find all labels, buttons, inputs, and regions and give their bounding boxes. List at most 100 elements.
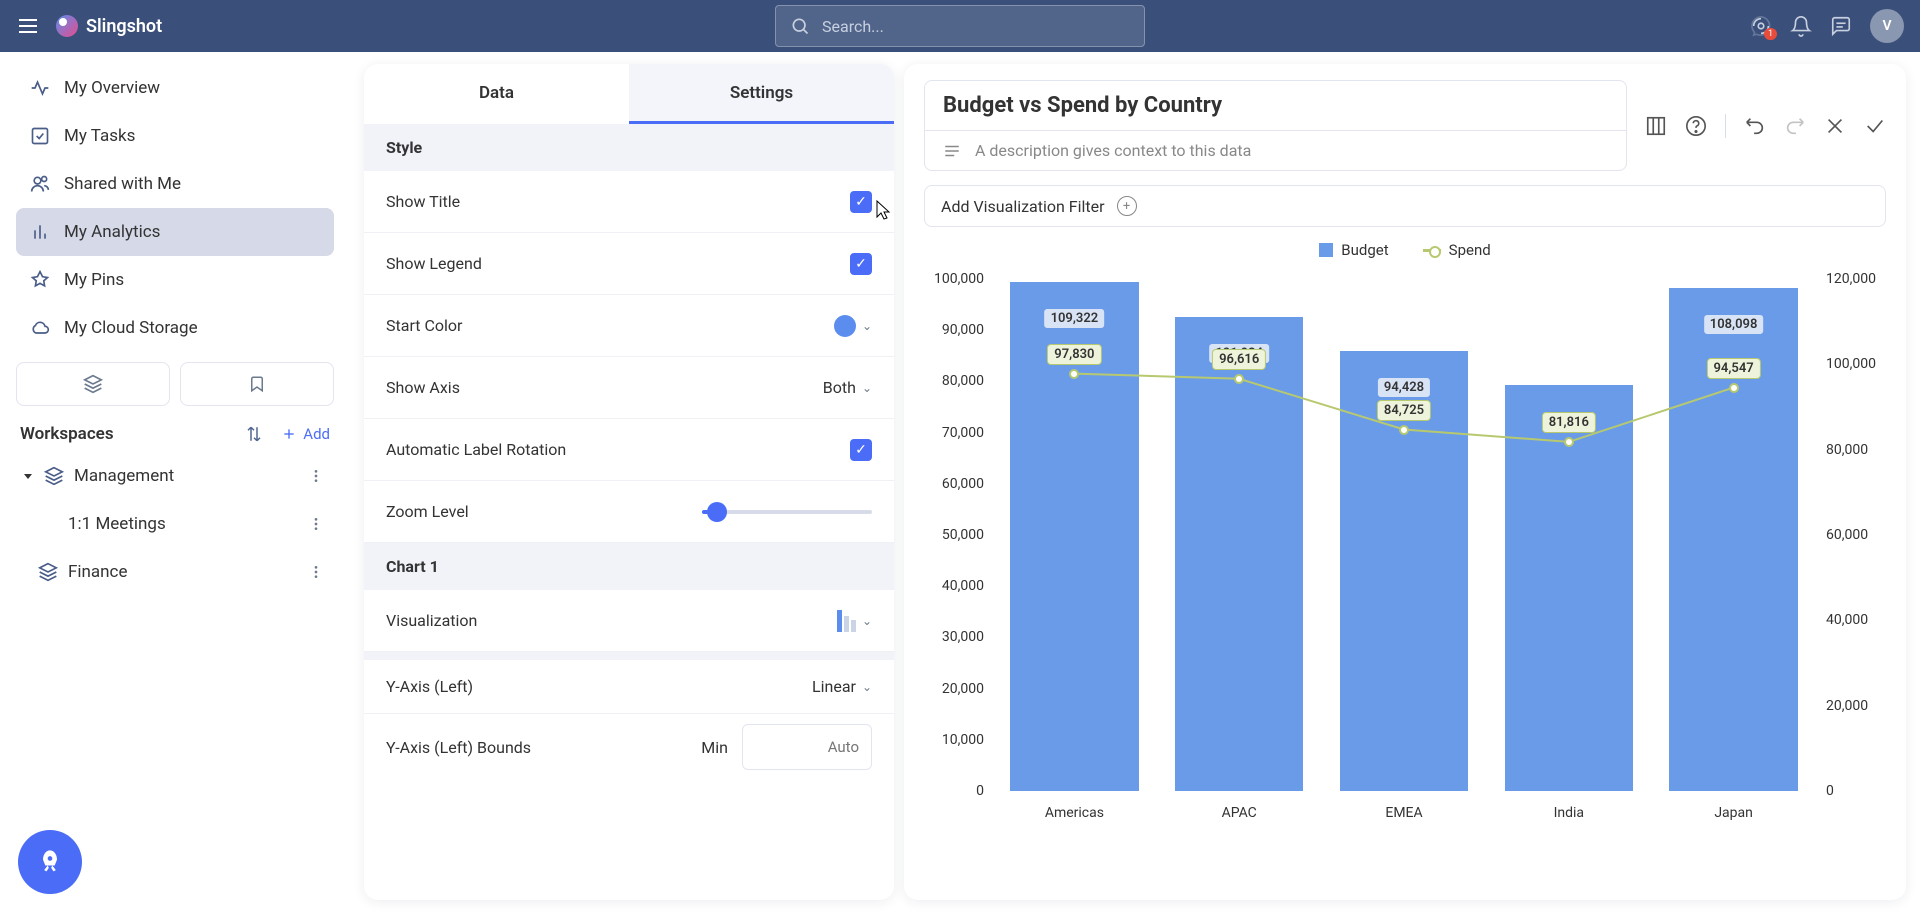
search-input-wrap[interactable] xyxy=(775,5,1145,47)
nav-label: My Tasks xyxy=(64,126,135,146)
brand-logo[interactable]: Slingshot xyxy=(56,15,162,37)
checkbox-auto-rotation[interactable]: ✓ xyxy=(850,439,872,461)
y-right-tick: 0 xyxy=(1826,783,1834,799)
undo-icon[interactable] xyxy=(1744,115,1766,137)
legend-label: Budget xyxy=(1341,241,1388,259)
select-visualization[interactable]: ⌄ xyxy=(837,610,872,632)
x-tick: Americas xyxy=(1045,805,1104,821)
more-vertical-icon[interactable] xyxy=(308,516,324,532)
nav-my-pins[interactable]: My Pins xyxy=(16,256,334,304)
line-value-label: 97,830 xyxy=(1047,344,1101,365)
layers-icon xyxy=(83,374,103,394)
description-icon xyxy=(943,142,961,160)
nav-my-cloud-storage[interactable]: My Cloud Storage xyxy=(16,304,334,352)
x-tick: EMEA xyxy=(1385,805,1422,821)
checkbox-show-title[interactable]: ✓ xyxy=(850,191,872,213)
section-style: Style xyxy=(364,124,894,171)
x-tick: Japan xyxy=(1714,805,1753,821)
pulse-icon xyxy=(30,78,50,98)
y-left-tick: 50,000 xyxy=(942,527,984,543)
label-show-legend: Show Legend xyxy=(386,254,482,273)
search-icon xyxy=(790,16,810,36)
pin-icon xyxy=(30,270,50,290)
more-vertical-icon[interactable] xyxy=(308,564,324,580)
alerts-icon[interactable]: 1 xyxy=(1750,15,1772,37)
x-tick: India xyxy=(1554,805,1584,821)
nav-my-tasks[interactable]: My Tasks xyxy=(16,112,334,160)
visualization-panel: Budget vs Spend by Country A description… xyxy=(904,64,1906,900)
legend-item-budget[interactable]: Budget xyxy=(1319,241,1388,259)
x-tick: APAC xyxy=(1222,805,1257,821)
label-yaxis-bounds: Y-Axis (Left) Bounds xyxy=(386,738,531,757)
grid-icon[interactable] xyxy=(1645,115,1667,137)
select-show-axis[interactable]: Both⌄ xyxy=(823,378,872,397)
logo-icon xyxy=(56,15,78,37)
confirm-icon[interactable] xyxy=(1864,115,1886,137)
tree-item-1-1-meetings[interactable]: 1:1 Meetings xyxy=(16,500,334,548)
pill-bookmark[interactable] xyxy=(180,362,334,406)
tree-item-management[interactable]: Management xyxy=(16,452,334,500)
filter-label: Add Visualization Filter xyxy=(941,197,1105,216)
legend-swatch-budget xyxy=(1319,243,1333,257)
plus-circle-icon: + xyxy=(1117,196,1137,216)
show-axis-value: Both xyxy=(823,378,856,397)
line-point[interactable] xyxy=(1069,369,1079,379)
close-icon[interactable] xyxy=(1824,115,1846,137)
more-vertical-icon[interactable] xyxy=(308,468,324,484)
tab-settings[interactable]: Settings xyxy=(629,64,894,124)
bar-value-label: 94,428 xyxy=(1377,377,1431,398)
brand-name: Slingshot xyxy=(86,16,162,37)
y-right-tick: 20,000 xyxy=(1826,698,1868,714)
select-start-color[interactable]: ⌄ xyxy=(834,315,872,337)
redo-icon[interactable] xyxy=(1784,115,1806,137)
bar-chart-icon xyxy=(837,610,856,632)
bell-icon[interactable] xyxy=(1790,15,1812,37)
line-point[interactable] xyxy=(1234,374,1244,384)
viz-description-placeholder[interactable]: A description gives context to this data xyxy=(975,141,1251,160)
add-filter-button[interactable]: Add Visualization Filter + xyxy=(924,185,1886,227)
y-left-tick: 90,000 xyxy=(942,322,984,338)
y-left-tick: 70,000 xyxy=(942,425,984,441)
legend-swatch-spend xyxy=(1423,249,1441,252)
stack-icon xyxy=(38,562,58,582)
sort-icon[interactable] xyxy=(245,425,263,443)
launcher-fab[interactable] xyxy=(18,830,82,894)
slider-zoom-level[interactable] xyxy=(702,510,872,514)
label-min: Min xyxy=(701,738,728,757)
tree-label: Management xyxy=(74,466,174,486)
y-right-tick: 40,000 xyxy=(1826,612,1868,628)
tree-item-finance[interactable]: Finance xyxy=(16,548,334,596)
nav-shared-with-me[interactable]: Shared with Me xyxy=(16,160,334,208)
y-left-tick: 80,000 xyxy=(942,373,984,389)
add-label: Add xyxy=(303,425,330,443)
input-min[interactable] xyxy=(742,724,872,770)
line-point[interactable] xyxy=(1729,383,1739,393)
menu-icon[interactable] xyxy=(16,14,40,38)
add-workspace-button[interactable]: Add xyxy=(281,425,330,443)
select-yaxis-left[interactable]: Linear⌄ xyxy=(812,677,872,696)
settings-panel: Data Settings Style Show Title ✓ Show Le… xyxy=(364,64,894,900)
line-value-label: 94,547 xyxy=(1707,358,1761,379)
tab-data[interactable]: Data xyxy=(364,64,629,124)
plus-icon xyxy=(281,426,297,442)
chat-icon[interactable] xyxy=(1830,15,1852,37)
color-dot-icon xyxy=(834,315,856,337)
slider-thumb[interactable] xyxy=(707,502,727,522)
nav-label: Shared with Me xyxy=(64,174,181,194)
y-left-tick: 20,000 xyxy=(942,681,984,697)
pill-layers[interactable] xyxy=(16,362,170,406)
section-chart1: Chart 1 xyxy=(364,543,894,590)
viz-title[interactable]: Budget vs Spend by Country xyxy=(925,81,1626,130)
line-point[interactable] xyxy=(1564,437,1574,447)
rocket-icon xyxy=(36,848,64,876)
nav-my-overview[interactable]: My Overview xyxy=(16,64,334,112)
line-point[interactable] xyxy=(1399,425,1409,435)
nav-my-analytics[interactable]: My Analytics xyxy=(16,208,334,256)
avatar[interactable]: V xyxy=(1870,9,1904,43)
search-input[interactable] xyxy=(822,17,1130,36)
checkbox-show-legend[interactable]: ✓ xyxy=(850,253,872,275)
legend-item-spend[interactable]: Spend xyxy=(1423,241,1491,259)
help-icon[interactable] xyxy=(1685,115,1707,137)
chart: Budget Spend 010,00020,00030,00040,00050… xyxy=(924,241,1886,831)
label-yaxis-left: Y-Axis (Left) xyxy=(386,677,473,696)
